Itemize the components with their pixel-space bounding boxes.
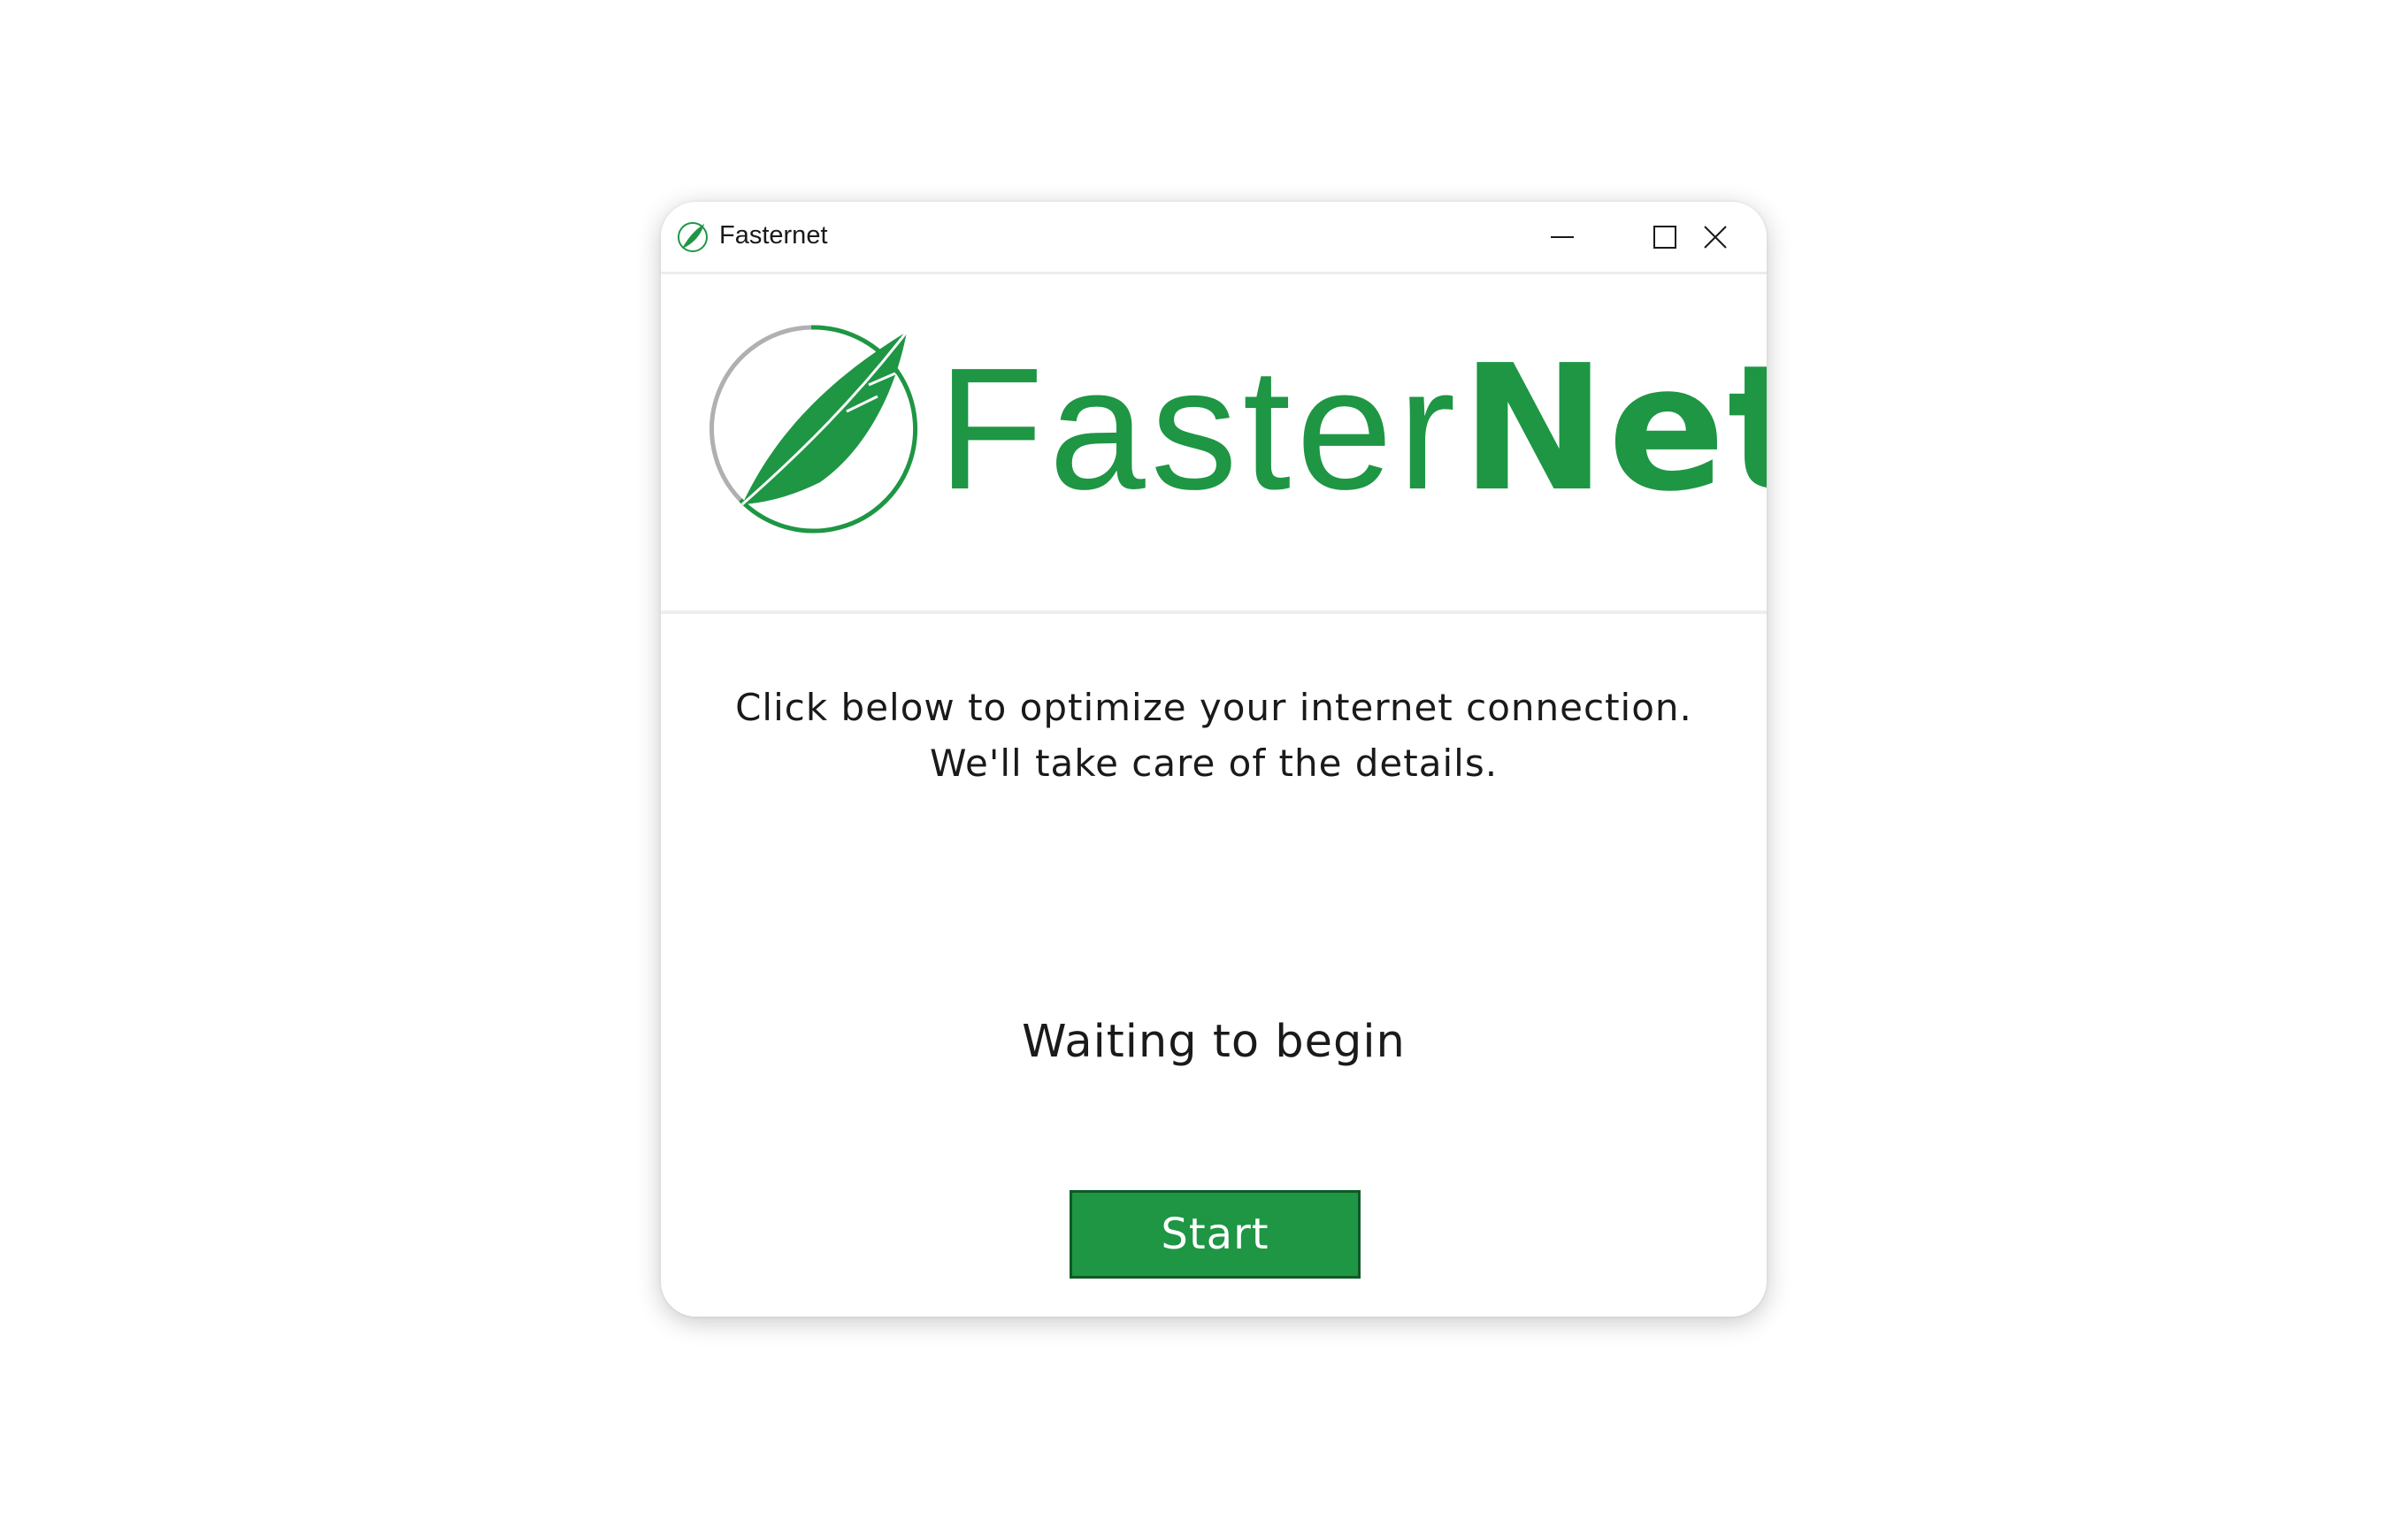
logo-header: FasterNet <box>661 274 1767 614</box>
start-button[interactable]: Start <box>1070 1190 1361 1279</box>
minimize-icon <box>1551 235 1574 238</box>
brand-wordmark: FasterNet <box>938 327 1767 531</box>
minimize-button[interactable] <box>1511 202 1614 272</box>
status-text: Waiting to begin <box>1022 1016 1406 1068</box>
title-bar[interactable]: Fasternet <box>661 202 1767 274</box>
instructions-text: Click below to optimize your internet co… <box>661 680 1767 791</box>
feather-in-circle-icon <box>709 325 918 534</box>
feather-icon <box>678 222 708 252</box>
instructions-line-2: We'll take care of the details. <box>929 741 1499 785</box>
wordmark-net: Net <box>1461 328 1767 530</box>
close-icon <box>1704 225 1727 249</box>
wordmark-faster: Faster <box>938 332 1461 526</box>
window-title: Fasternet <box>719 221 828 250</box>
instructions-line-1: Click below to optimize your internet co… <box>735 686 1692 729</box>
close-button[interactable] <box>1664 202 1767 272</box>
app-window: Fasternet FasterNet <box>661 202 1767 1317</box>
